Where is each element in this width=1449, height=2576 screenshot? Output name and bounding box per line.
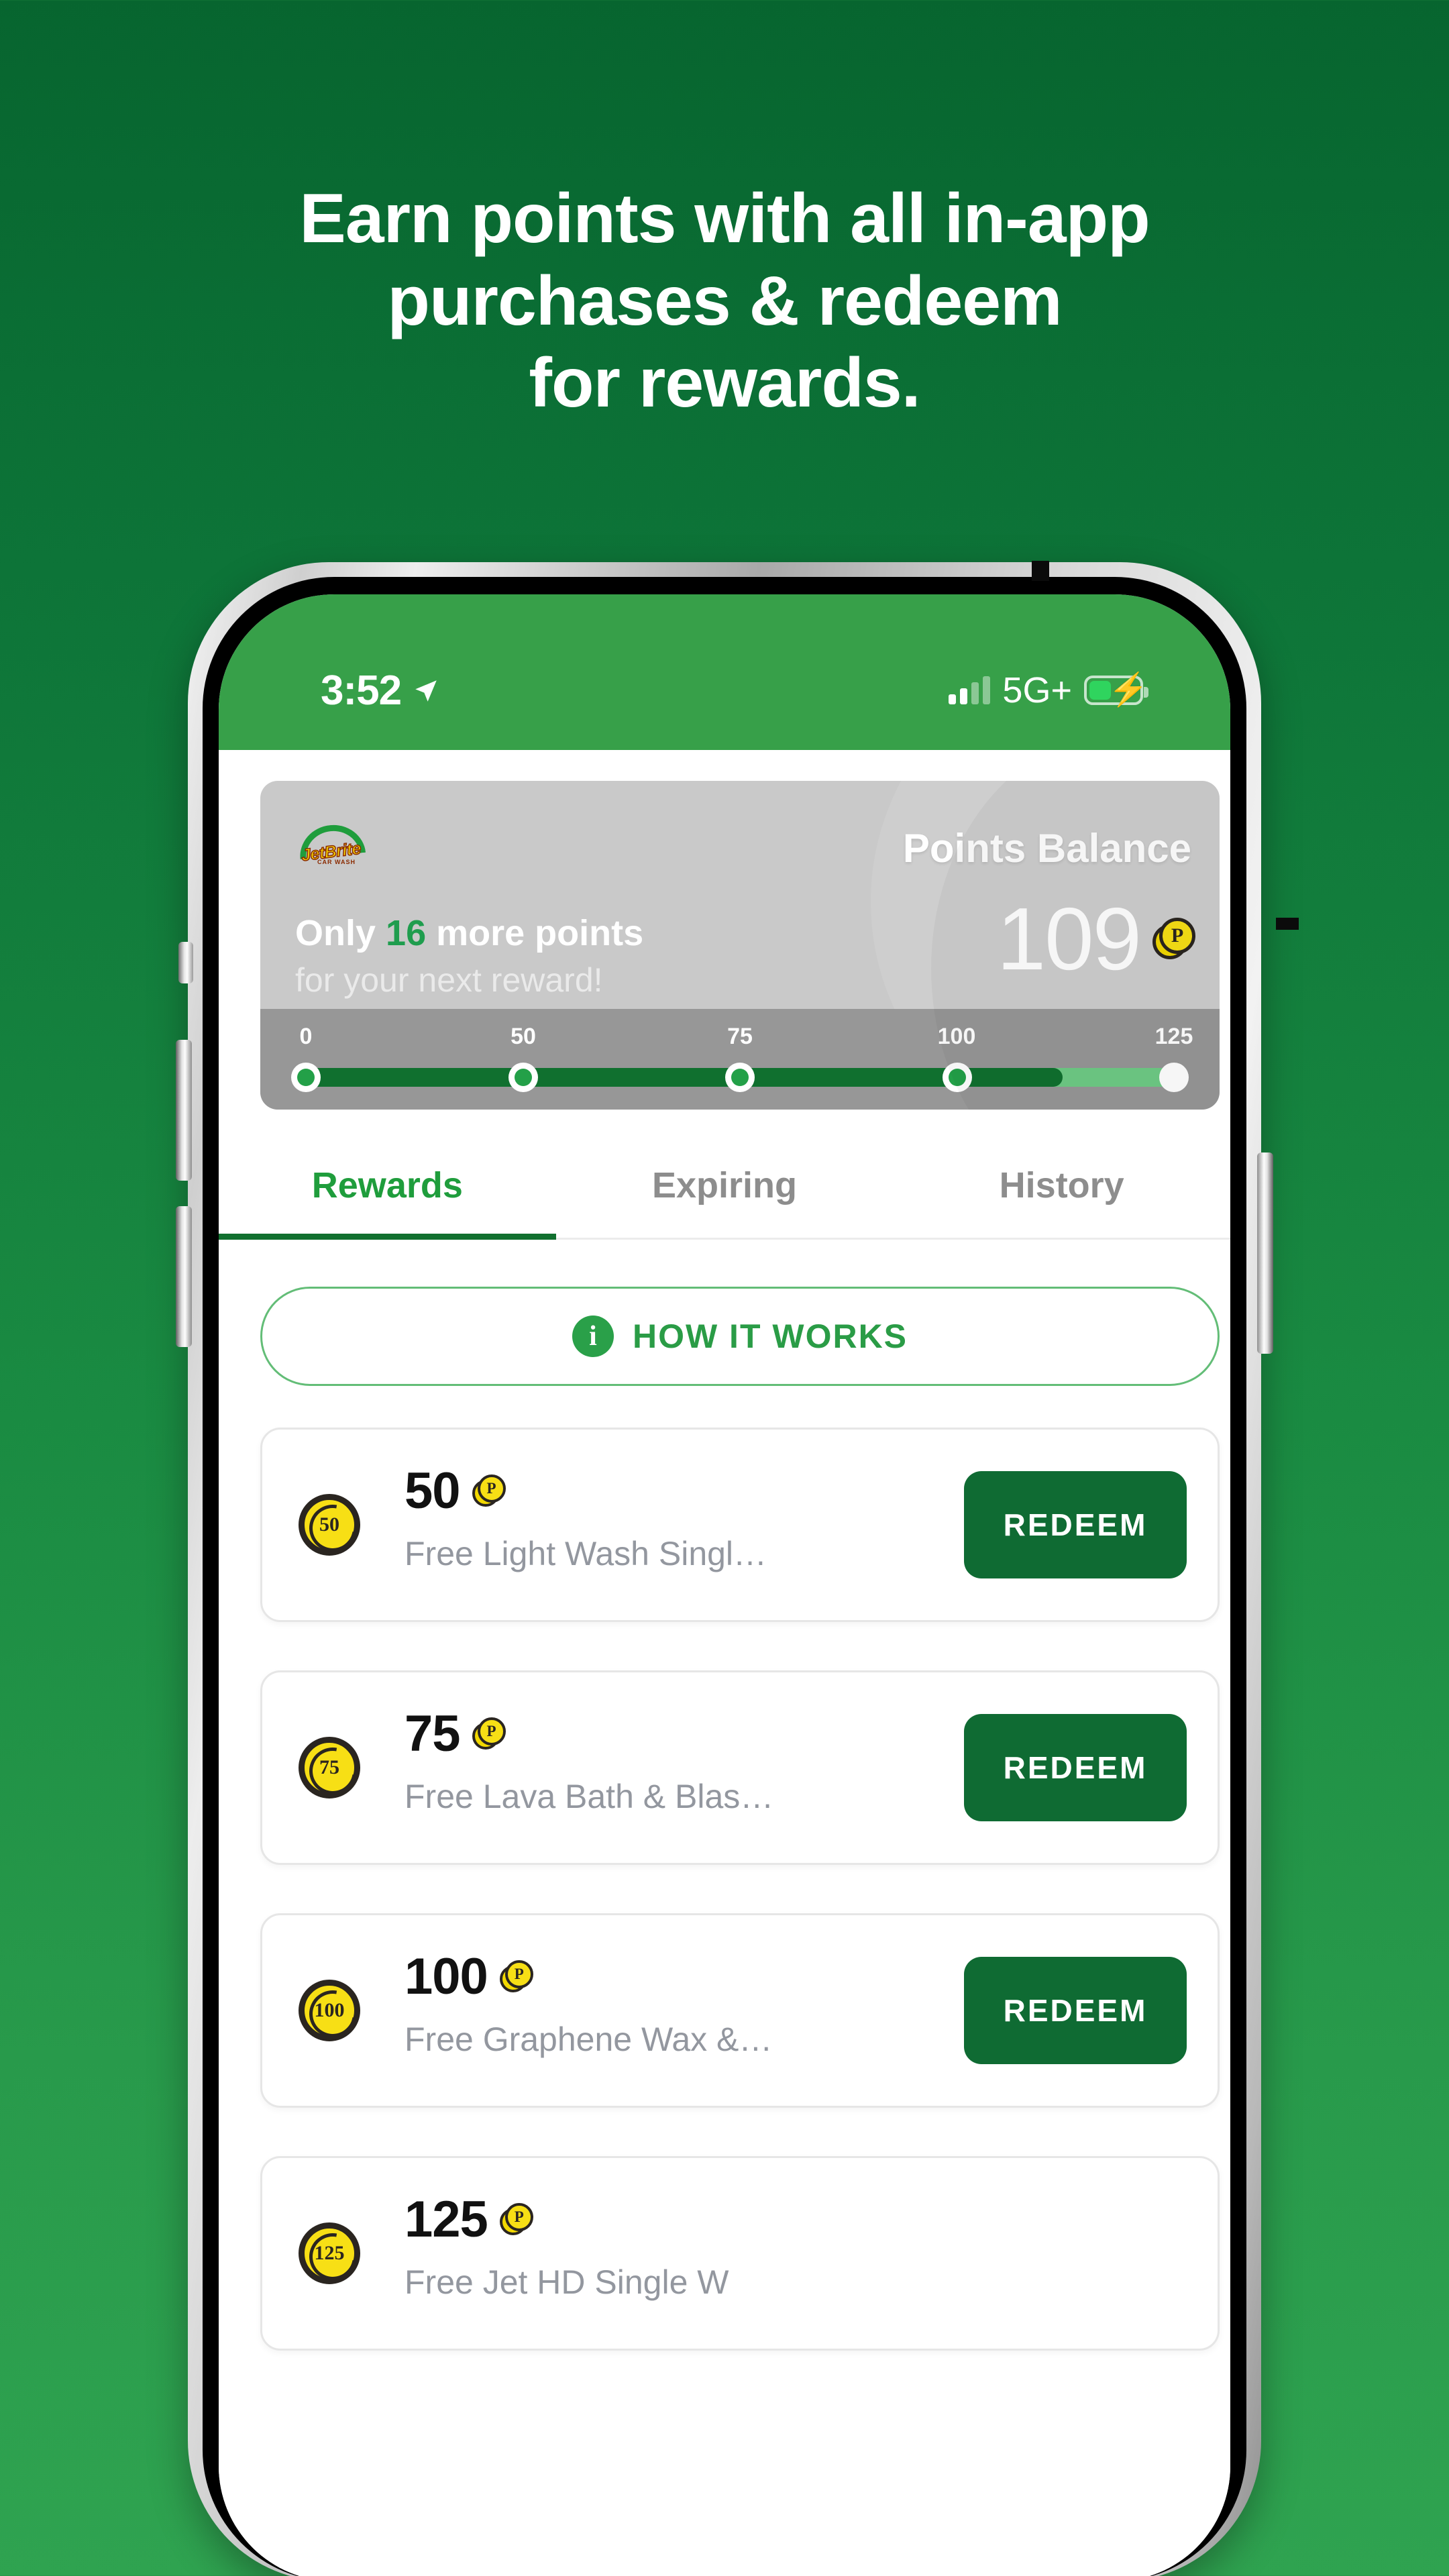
- network-label: 5G+: [1002, 670, 1072, 710]
- reward-info: 125 P Free Jet HD Single W: [405, 2194, 729, 2302]
- tab-history[interactable]: History: [893, 1132, 1230, 1238]
- redeem-button[interactable]: REDEEM: [964, 1957, 1187, 2064]
- reward-info: 75 P Free Lava Bath & Blas…: [405, 1709, 773, 1816]
- progress-milestone-labels: 0 50 75 100 125: [260, 1024, 1220, 1051]
- headline-line-1: Earn points with all in-app: [299, 180, 1150, 258]
- reward-row[interactable]: 100 100 P Free Graphene Wax &… REDEEM: [260, 1913, 1220, 2108]
- phone-antenna-band-right: [1276, 918, 1299, 930]
- reward-points-value: 75: [405, 1705, 461, 1762]
- tab-rewards[interactable]: Rewards: [219, 1132, 556, 1240]
- phone-screen: 3:52 5G+ ⚡ JetBrite CAR WASH Points Bala…: [219, 594, 1230, 2576]
- reward-points-line: 75 P: [405, 1709, 773, 1760]
- tab-expiring[interactable]: Expiring: [556, 1132, 894, 1238]
- reward-row[interactable]: 125 125 P Free Jet HD Single W: [260, 2156, 1220, 2351]
- phone-power-button[interactable]: [1257, 1152, 1273, 1354]
- phone-volume-down-button[interactable]: [176, 1206, 192, 1347]
- reward-tier-badge-value: 100: [314, 1999, 345, 2021]
- headline-line-2: purchases & redeem: [387, 262, 1062, 340]
- rewards-list: 50 50 P Free Light Wash Singl… REDEEM 75…: [260, 1428, 1220, 2399]
- next-reward-suffix: more points: [426, 913, 644, 953]
- reward-tier-badge-icon: 50: [299, 1494, 360, 1556]
- points-coin-icon: P: [1152, 918, 1195, 961]
- phone-antenna-band-top: [1032, 561, 1049, 581]
- location-arrow-icon: [415, 680, 437, 702]
- points-balance-card: JetBrite CAR WASH Points Balance Only 16…: [260, 781, 1220, 1110]
- reward-coin-symbol: P: [504, 1960, 533, 1988]
- next-reward-prefix: Only: [295, 913, 386, 953]
- reward-description: Free Light Wash Singl…: [405, 1535, 767, 1572]
- reward-description: Free Jet HD Single W: [405, 2263, 729, 2301]
- reward-tier-badge-value: 50: [319, 1513, 339, 1536]
- status-bar-right: 5G+ ⚡: [949, 669, 1148, 711]
- progress-milestone-dot-100[interactable]: [942, 1063, 972, 1092]
- phone-volume-up-button[interactable]: [176, 1040, 192, 1181]
- status-bar-time: 3:52: [321, 667, 402, 714]
- reward-points-line: 50 P: [405, 1466, 767, 1517]
- reward-tier-badge-icon: 100: [299, 1980, 360, 2041]
- reward-points-value: 50: [405, 1462, 461, 1519]
- progress-label-100: 100: [937, 1024, 976, 1049]
- reward-info: 50 P Free Light Wash Singl…: [405, 1466, 767, 1573]
- promo-headline: Earn points with all in-app purchases & …: [0, 178, 1449, 425]
- how-it-works-label: HOW IT WORKS: [632, 1318, 908, 1355]
- progress-label-75: 75: [727, 1024, 753, 1049]
- battery-charging-icon: ⚡: [1084, 674, 1148, 706]
- points-balance-value: 109: [996, 890, 1142, 988]
- next-reward-points-needed: 16: [386, 913, 427, 953]
- reward-points-value: 100: [405, 1948, 488, 2005]
- reward-tier-badge-value: 125: [314, 2242, 345, 2264]
- reward-points-line: 100 P: [405, 1951, 772, 2002]
- headline-line-3: for rewards.: [529, 344, 920, 423]
- progress-label-125: 125: [1155, 1024, 1193, 1049]
- next-reward-message: Only 16 more points: [295, 912, 643, 954]
- phone-action-button[interactable]: [178, 942, 193, 983]
- reward-row[interactable]: 50 50 P Free Light Wash Singl… REDEEM: [260, 1428, 1220, 1622]
- reward-tier-badge-value: 75: [319, 1756, 339, 1778]
- progress-track: [291, 1063, 1189, 1092]
- phone-mockup: 3:52 5G+ ⚡ JetBrite CAR WASH Points Bala…: [153, 561, 1299, 2576]
- jetbrite-car-wash-logo: JetBrite CAR WASH: [297, 822, 368, 869]
- reward-info: 100 P Free Graphene Wax &…: [405, 1951, 772, 2059]
- reward-coin-icon: P: [499, 2203, 533, 2237]
- reward-description: Free Lava Bath & Blas…: [405, 1778, 774, 1815]
- progress-milestone-dot-75[interactable]: [725, 1063, 755, 1092]
- redeem-button[interactable]: REDEEM: [964, 1471, 1187, 1578]
- points-coin-symbol: P: [1159, 918, 1195, 954]
- app-content: JetBrite CAR WASH Points Balance Only 16…: [219, 750, 1230, 2576]
- progress-label-50: 50: [511, 1024, 536, 1049]
- progress-milestone-dot-125[interactable]: [1159, 1063, 1189, 1092]
- info-icon: i: [572, 1316, 614, 1357]
- reward-description: Free Graphene Wax &…: [405, 2021, 773, 2058]
- status-bar: 3:52 5G+ ⚡: [219, 594, 1230, 750]
- redeem-button[interactable]: REDEEM: [964, 1714, 1187, 1821]
- cellular-signal-icon: [949, 676, 991, 704]
- reward-points-value: 125: [405, 2191, 488, 2248]
- reward-tier-badge-icon: 125: [299, 2222, 360, 2284]
- reward-coin-icon: P: [472, 1474, 506, 1508]
- reward-coin-symbol: P: [477, 1474, 506, 1503]
- rewards-tab-bar: Rewards Expiring History: [219, 1132, 1230, 1240]
- next-reward-message-line2: for your next reward!: [295, 961, 603, 999]
- reward-coin-icon: P: [499, 1960, 533, 1994]
- how-it-works-button[interactable]: i HOW IT WORKS: [260, 1287, 1220, 1386]
- progress-milestone-dot-0[interactable]: [291, 1063, 321, 1092]
- progress-milestone-dot-50[interactable]: [508, 1063, 538, 1092]
- progress-label-0: 0: [299, 1024, 313, 1049]
- points-balance-value-group: 109 P: [997, 895, 1195, 983]
- reward-coin-icon: P: [472, 1717, 506, 1751]
- reward-coin-symbol: P: [504, 2203, 533, 2231]
- status-bar-left: 3:52: [321, 667, 440, 714]
- points-progress-bar[interactable]: 0 50 75 100 125: [260, 1009, 1220, 1110]
- reward-points-line: 125 P: [405, 2194, 729, 2245]
- reward-row[interactable]: 75 75 P Free Lava Bath & Blas… REDEEM: [260, 1670, 1220, 1865]
- reward-coin-symbol: P: [477, 1717, 506, 1746]
- reward-tier-badge-icon: 75: [299, 1737, 360, 1799]
- points-balance-title: Points Balance: [902, 826, 1191, 871]
- logo-tagline-text: CAR WASH: [317, 859, 356, 865]
- balance-card-top: JetBrite CAR WASH Points Balance Only 16…: [260, 781, 1220, 1009]
